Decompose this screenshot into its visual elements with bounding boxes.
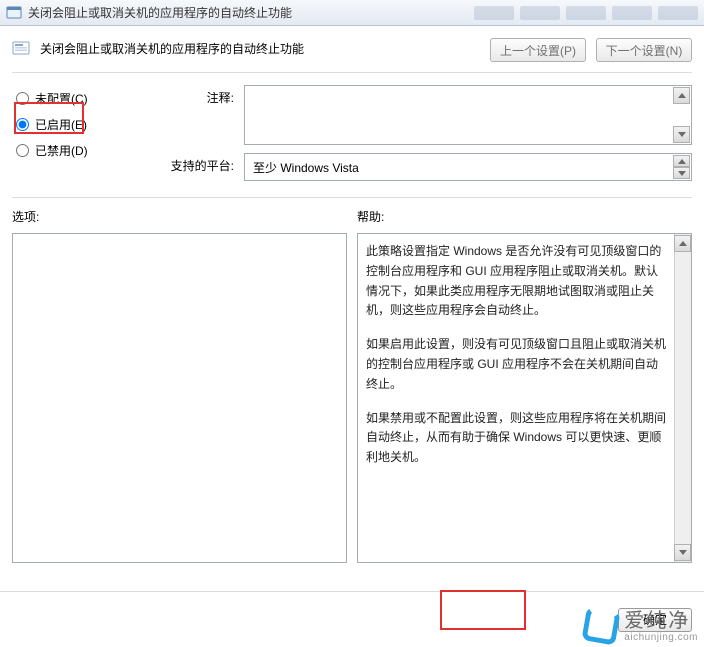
footer: 确定 <box>0 591 704 647</box>
prev-setting-button[interactable]: 上一个设置(P) <box>490 38 586 62</box>
help-paragraph: 如果禁用或不配置此设置，则这些应用程序将在关机期间自动终止，从而有助于确保 Wi… <box>366 409 667 468</box>
titlebar-blur-ghosts <box>474 6 698 20</box>
comment-scroll-down[interactable] <box>673 126 690 143</box>
comment-textarea[interactable] <box>244 85 692 145</box>
help-scroll-down[interactable] <box>674 544 691 561</box>
help-paragraph: 此策略设置指定 Windows 是否允许没有可见顶级窗口的控制台应用程序和 GU… <box>366 242 667 321</box>
radio-group: 未配置(C) 已启用(E) 已禁用(D) <box>12 85 152 181</box>
next-setting-button[interactable]: 下一个设置(N) <box>596 38 692 62</box>
supported-on-box: 至少 Windows Vista <box>244 153 692 181</box>
app-icon <box>6 5 22 21</box>
supported-scroll-up[interactable] <box>673 155 690 167</box>
help-scroll-up[interactable] <box>674 235 691 252</box>
help-scrollbar[interactable] <box>674 234 691 562</box>
header-row: 关闭会阻止或取消关机的应用程序的自动终止功能 上一个设置(P) 下一个设置(N) <box>12 38 692 62</box>
page-title: 关闭会阻止或取消关机的应用程序的自动终止功能 <box>40 38 304 57</box>
comment-label: 注释: <box>170 85 234 106</box>
options-pane <box>12 233 347 563</box>
help-label: 帮助: <box>357 208 692 225</box>
help-paragraph: 如果启用此设置，则没有可见顶级窗口且阻止或取消关机的控制台应用程序或 GUI 应… <box>366 335 667 394</box>
supported-scroll-down[interactable] <box>673 167 690 179</box>
radio-disabled-label: 已禁用(D) <box>35 142 88 159</box>
radio-not-configured-input[interactable] <box>16 92 29 105</box>
radio-not-configured-label: 未配置(C) <box>35 90 88 107</box>
radio-enabled-label: 已启用(E) <box>35 116 87 133</box>
radio-not-configured[interactable]: 未配置(C) <box>12 85 152 111</box>
title-bar: 关闭会阻止或取消关机的应用程序的自动终止功能 <box>0 0 704 26</box>
supported-value: 至少 Windows Vista <box>253 159 359 176</box>
help-pane: 此策略设置指定 Windows 是否允许没有可见顶级窗口的控制台应用程序和 GU… <box>357 233 692 563</box>
divider <box>12 72 692 73</box>
radio-enabled-input[interactable] <box>16 118 29 131</box>
radio-enabled[interactable]: 已启用(E) <box>12 111 152 137</box>
options-label: 选项: <box>12 208 347 225</box>
window-title: 关闭会阻止或取消关机的应用程序的自动终止功能 <box>28 4 292 21</box>
policy-icon <box>12 39 30 57</box>
radio-disabled[interactable]: 已禁用(D) <box>12 137 152 163</box>
comment-scroll-up[interactable] <box>673 87 690 104</box>
ok-button[interactable]: 确定 <box>618 608 692 632</box>
radio-disabled-input[interactable] <box>16 144 29 157</box>
supported-label: 支持的平台: <box>170 153 234 174</box>
divider <box>12 197 692 198</box>
